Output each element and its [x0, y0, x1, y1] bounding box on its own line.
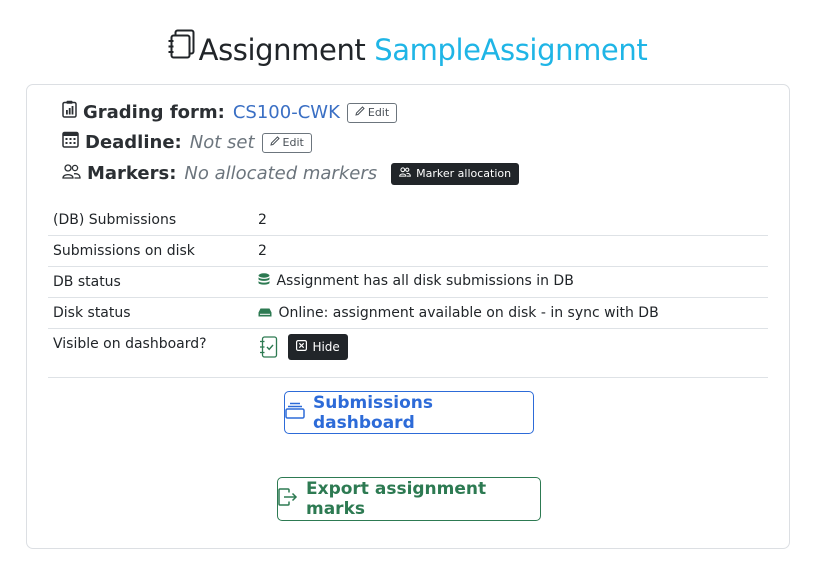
- table-row: (DB) Submissions 2: [48, 205, 768, 236]
- pencil-icon: [355, 100, 365, 126]
- table-row: Submissions on disk 2: [48, 235, 768, 267]
- deadline-row: Deadline: Not set Edit: [62, 130, 312, 156]
- database-icon: [258, 273, 270, 291]
- x-square-icon: [296, 340, 308, 354]
- disk-submissions-key: Submissions on disk: [48, 235, 253, 267]
- marker-allocation-label: Marker allocation: [416, 167, 512, 180]
- disk-status-value: Online: assignment available on disk - i…: [278, 305, 659, 321]
- page-title: Assignment SampleAssignment: [0, 29, 814, 70]
- markers-label: Markers:: [87, 163, 177, 184]
- db-status-value: Assignment has all disk submissions in D…: [276, 273, 574, 289]
- assignment-info-table: (DB) Submissions 2 Submissions on disk 2…: [48, 205, 768, 378]
- grading-form-link[interactable]: CS100-CWK: [233, 100, 340, 126]
- hide-button[interactable]: Hide: [288, 334, 348, 360]
- submissions-dashboard-label: Submissions dashboard: [313, 392, 434, 433]
- visible-cell: Hide: [253, 328, 768, 378]
- disk-status-key: Disk status: [48, 297, 253, 329]
- edit-label: Edit: [367, 106, 390, 119]
- db-submissions-value: 2: [253, 205, 768, 236]
- hide-label: Hide: [312, 340, 340, 354]
- people-icon: [399, 161, 411, 187]
- edit-label: Edit: [282, 136, 304, 149]
- title-prefix: Assignment: [198, 33, 366, 67]
- db-submissions-key: (DB) Submissions: [48, 205, 253, 236]
- calendar-icon: [62, 130, 79, 156]
- journals-icon: [167, 29, 195, 69]
- pencil-icon: [269, 130, 280, 156]
- deadline-value: Not set: [189, 132, 255, 153]
- collection-icon: [285, 402, 305, 424]
- table-row: DB status Assignment has all disk submis…: [48, 266, 768, 298]
- table-row: Visible on dashboard? Hide: [48, 328, 768, 378]
- db-status-key: DB status: [48, 266, 253, 298]
- marker-allocation-button[interactable]: Marker allocation: [391, 161, 520, 187]
- disk-status-cell: Online: assignment available on disk - i…: [253, 297, 768, 329]
- grading-form-row: Grading form: CS100-CWK Edit: [62, 100, 398, 126]
- visible-key: Visible on dashboard?: [48, 328, 253, 378]
- export-marks-button[interactable]: Export assignment marks: [277, 477, 541, 521]
- disk-submissions-value: 2: [253, 235, 768, 267]
- assignment-name: SampleAssignment: [374, 33, 648, 67]
- submissions-dashboard-button[interactable]: Submissions dashboard: [284, 391, 534, 434]
- clipboard-data-icon: [62, 100, 77, 126]
- edit-deadline-button[interactable]: Edit: [261, 130, 312, 156]
- box-arrow-right-icon: [278, 487, 298, 511]
- table-row: Disk status Online: assignment available…: [48, 297, 768, 329]
- journal-check-icon: [258, 336, 278, 362]
- markers-row: Markers: No allocated markers Marker all…: [62, 161, 520, 187]
- db-status-cell: Assignment has all disk submissions in D…: [253, 266, 768, 298]
- export-marks-label: Export assignment marks: [306, 479, 487, 519]
- deadline-label: Deadline:: [85, 132, 182, 153]
- edit-grading-form-button[interactable]: Edit: [346, 100, 398, 126]
- hdd-icon: [258, 305, 272, 321]
- markers-value: No allocated markers: [184, 163, 378, 184]
- people-icon: [62, 161, 81, 187]
- grading-form-label: Grading form:: [83, 102, 225, 123]
